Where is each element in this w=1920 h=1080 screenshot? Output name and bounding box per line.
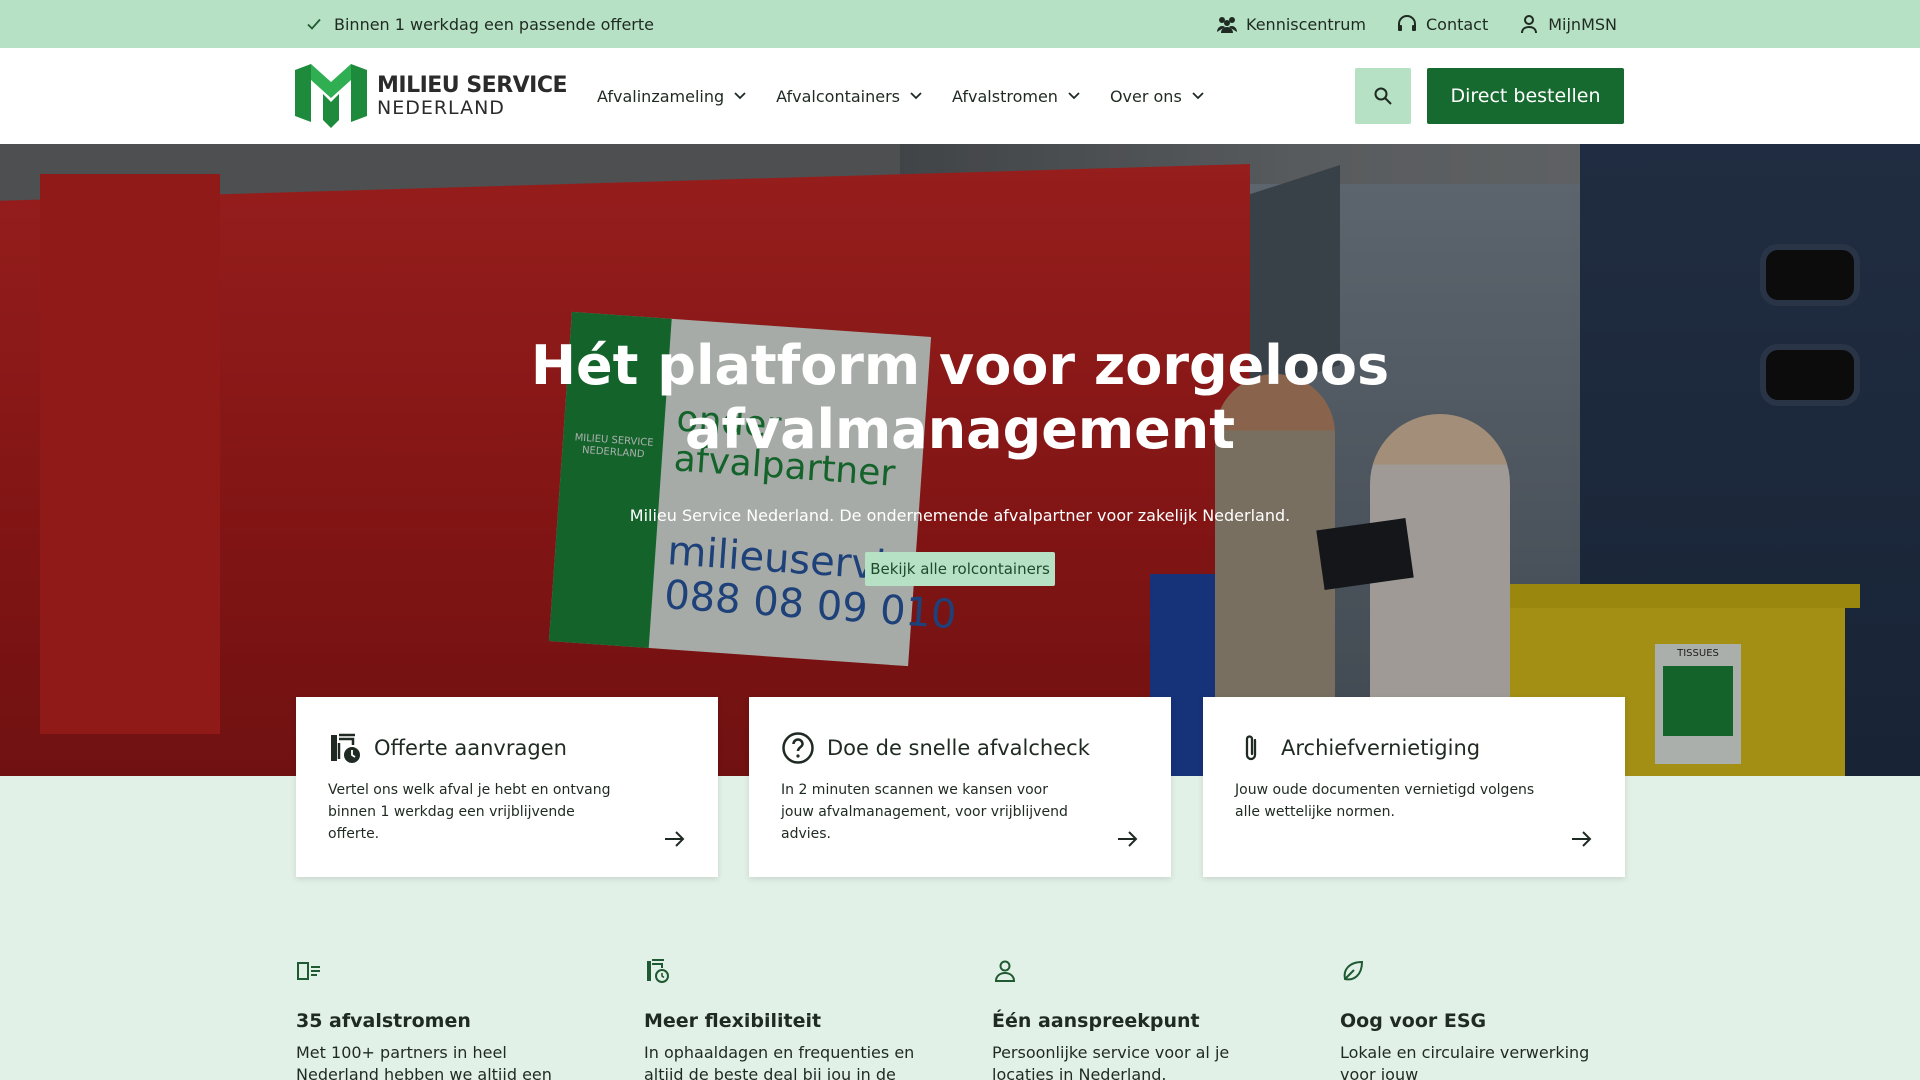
card-title: Offerte aanvragen	[374, 736, 567, 760]
usp-text: Binnen 1 werkdag een passende offerte	[334, 14, 654, 34]
chevron-down-icon	[1192, 92, 1204, 100]
nav-label: Afvalcontainers	[776, 86, 901, 106]
card-afvalcheck[interactable]: Doe de snelle afvalcheck In 2 minuten sc…	[749, 697, 1171, 877]
nav-label: Over ons	[1109, 86, 1182, 106]
bekijk-rolcontainers-button[interactable]: Bekijk alle rolcontainers	[865, 552, 1055, 586]
usp-banner: Binnen 1 werkdag een passende offerte	[306, 0, 654, 48]
logo-wordmark: MILIEU SERVICE NEDERLAND	[377, 72, 568, 119]
card-text: Vertel ons welk afval je hebt en ontvang…	[328, 782, 611, 842]
person-icon	[994, 960, 1016, 982]
mijnmsn-link[interactable]: MijnMSN	[1518, 14, 1617, 34]
contact-label: Contact	[1425, 14, 1489, 34]
card-header: Doe de snelle afvalcheck	[781, 731, 1090, 765]
feature-text: Lokale en circulaire verwerking voor jou…	[1340, 1043, 1590, 1080]
chevron-down-icon	[910, 92, 922, 100]
paperclip-icon	[1245, 735, 1257, 761]
feature-title: 35 afvalstromen	[296, 1010, 471, 1032]
feature-text: In ophaaldagen en frequenties en altijd …	[644, 1043, 915, 1080]
arrow-right-icon[interactable]	[1115, 827, 1139, 851]
card-header: Archiefvernietiging	[1235, 731, 1480, 765]
chevron-down-icon	[734, 92, 746, 100]
feature-text: Persoonlijke service voor al je locaties…	[992, 1043, 1230, 1080]
check-icon	[307, 18, 321, 30]
feature-text: Met 100+ partners in heel Nederland hebb…	[296, 1043, 552, 1080]
contact-link[interactable]: Contact	[1396, 14, 1488, 34]
search-button[interactable]	[1355, 68, 1411, 124]
hero-section: MILIEU SERVICE NEDERLAND onder afvalpart…	[0, 144, 1920, 776]
hero-title: Hét platform voor zorgeloos afvalmanagem…	[530, 334, 1390, 461]
card-text: Jouw oude documenten vernietigd volgens …	[1235, 782, 1535, 820]
nav-afvalinzameling[interactable]: Afvalinzameling	[597, 87, 746, 106]
feature-esg: Oog voor ESG Lokale en circulaire verwer…	[1340, 958, 1630, 1080]
nav-over-ons[interactable]: Over ons	[1110, 87, 1204, 106]
msn-logo-icon	[295, 64, 367, 128]
direct-bestellen-button[interactable]: Direct bestellen	[1427, 68, 1624, 124]
feature-aanspreekpunt: Één aanspreekpunt Persoonlijke service v…	[992, 958, 1282, 1080]
nav-afvalstromen[interactable]: Afvalstromen	[952, 87, 1080, 106]
top-utility-bar: Binnen 1 werkdag een passende offerte Ke…	[0, 0, 1920, 48]
kenniscentrum-label: Kenniscentrum	[1246, 14, 1366, 34]
nav-label: Afvalinzameling	[597, 86, 725, 106]
card-title: Doe de snelle afvalcheck	[827, 736, 1090, 760]
logo-line2: NEDERLAND	[377, 96, 505, 119]
utility-links: Kenniscentrum Contact MijnMSN	[1216, 0, 1617, 48]
card-title: Archiefvernietiging	[1281, 736, 1481, 760]
arrow-right-icon[interactable]	[662, 827, 686, 851]
feature-title: Oog voor ESG	[1340, 1010, 1487, 1032]
nav-label: Afvalstromen	[952, 86, 1058, 106]
chevron-down-icon	[1068, 92, 1080, 100]
card-offerte-aanvragen[interactable]: Offerte aanvragen Vertel ons welk afval …	[296, 697, 718, 877]
bin-list-icon	[297, 962, 320, 980]
card-text: In 2 minuten scannen we kansen voor jouw…	[781, 782, 1068, 842]
hero-subtitle: Milieu Service Nederland. De ondernemend…	[629, 506, 1291, 525]
question-circle-icon	[782, 732, 814, 764]
card-header: Offerte aanvragen	[328, 731, 567, 765]
logo-line1: MILIEU SERVICE	[377, 72, 568, 98]
user-icon	[1521, 15, 1538, 34]
feature-flexibiliteit: Meer flexibiliteit In ophaaldagen en fre…	[644, 958, 934, 1080]
feature-afvalstromen: 35 afvalstromen Met 100+ partners in hee…	[296, 958, 586, 1080]
nav-afvalcontainers[interactable]: Afvalcontainers	[776, 87, 922, 106]
card-archiefvernietiging[interactable]: Archiefvernietiging Jouw oude documenten…	[1203, 697, 1625, 877]
main-header: MILIEU SERVICE NEDERLAND Afvalinzameling…	[0, 48, 1920, 144]
search-icon	[1374, 87, 1392, 105]
leaf-icon	[1343, 960, 1364, 981]
people-icon	[1217, 17, 1238, 33]
headset-icon	[1397, 15, 1416, 31]
feature-title: Één aanspreekpunt	[992, 1010, 1200, 1032]
arrow-right-icon[interactable]	[1569, 827, 1593, 851]
bin-clock-icon	[647, 959, 669, 983]
feature-title: Meer flexibiliteit	[644, 1010, 822, 1032]
site-logo[interactable]: MILIEU SERVICE NEDERLAND	[295, 64, 568, 128]
kenniscentrum-link[interactable]: Kenniscentrum	[1216, 14, 1366, 34]
main-nav: Afvalinzameling Afvalcontainers Afvalstr…	[597, 48, 1204, 144]
quote-clock-icon	[331, 733, 360, 763]
mijnmsn-label: MijnMSN	[1548, 14, 1617, 34]
